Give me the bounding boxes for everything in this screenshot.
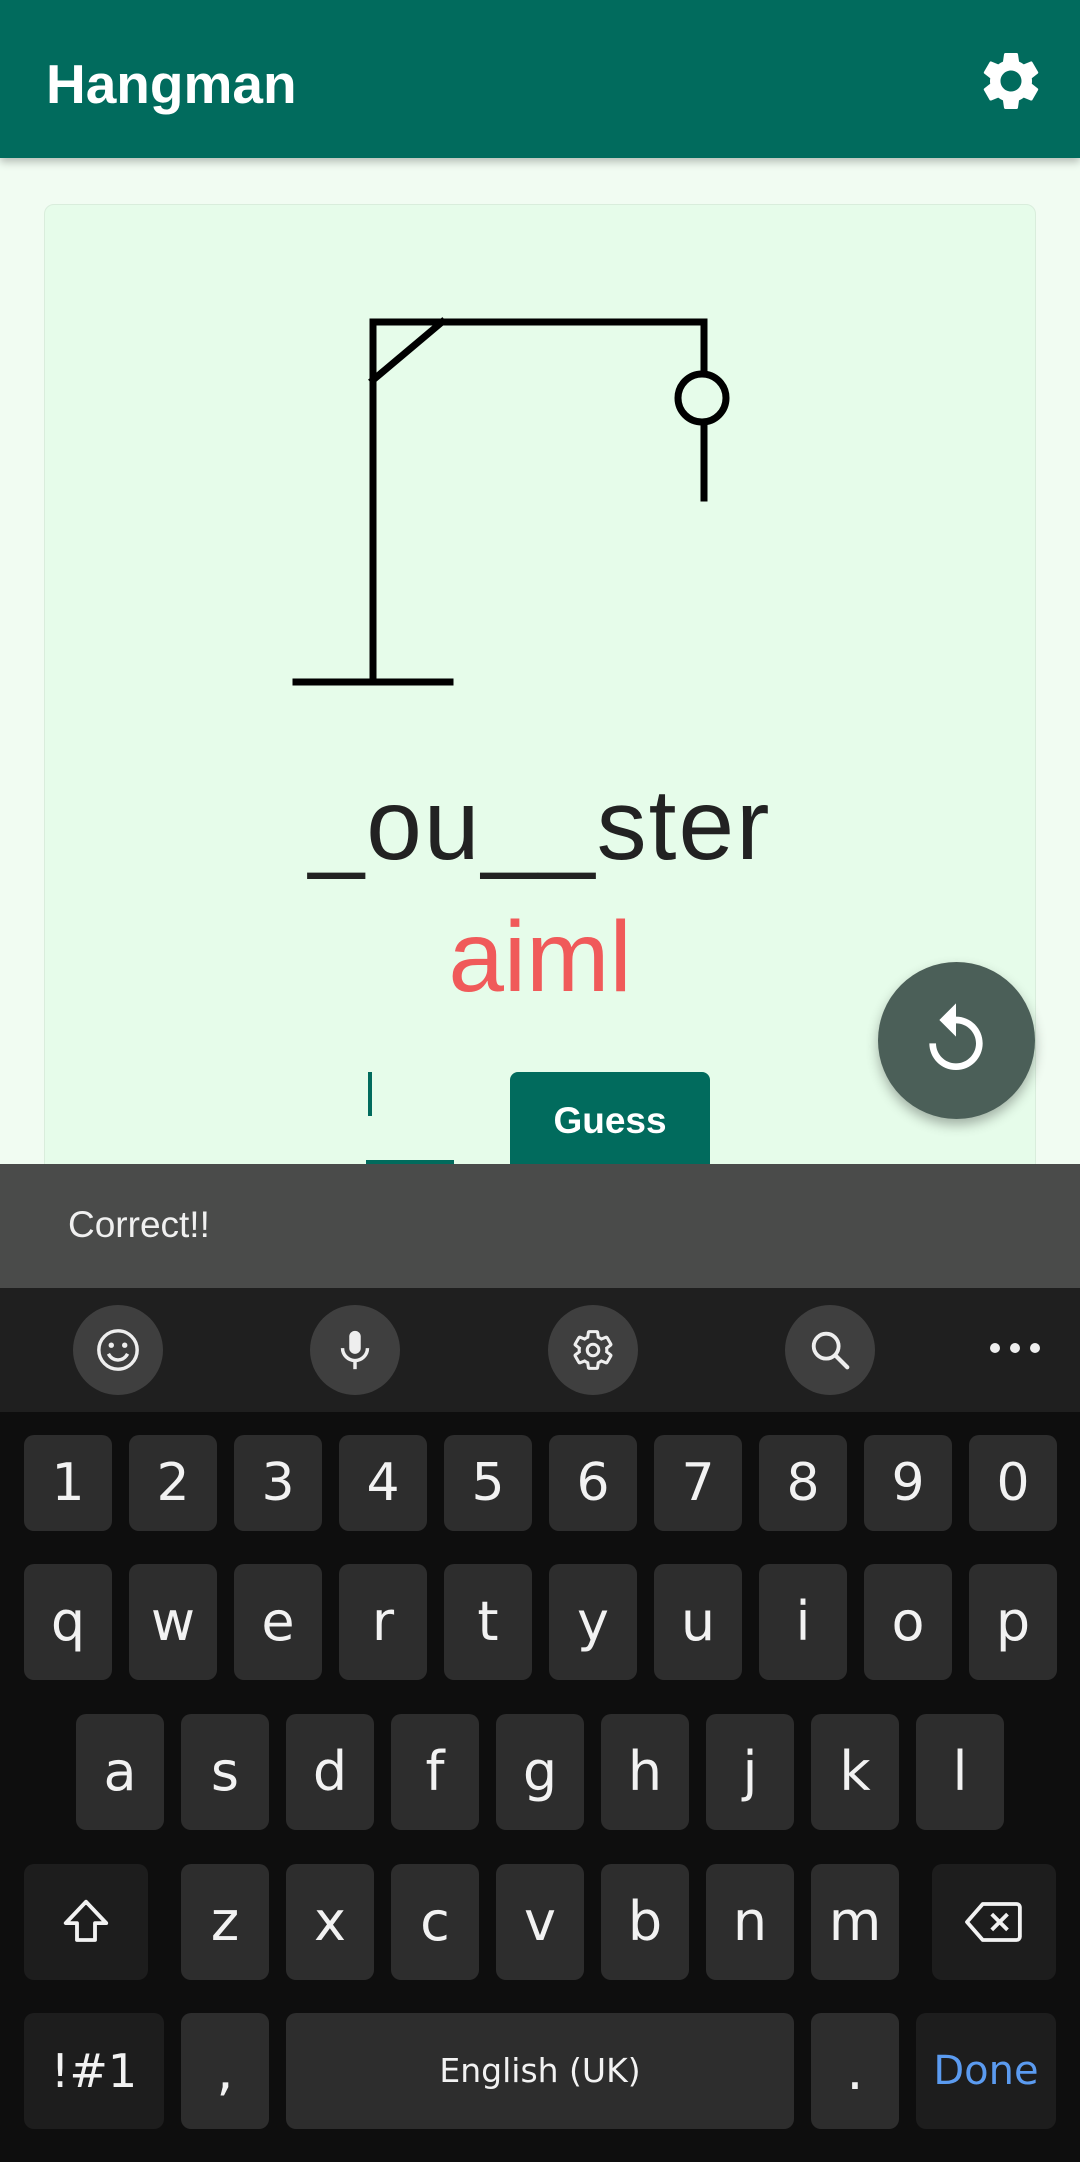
gear-icon[interactable] (976, 46, 1046, 116)
key-4[interactable]: 4 (339, 1435, 427, 1531)
key-q[interactable]: q (24, 1564, 112, 1680)
key-9[interactable]: 9 (864, 1435, 952, 1531)
app-title: Hangman (46, 53, 297, 115)
key-g[interactable]: g (496, 1714, 584, 1830)
restart-icon (929, 1003, 983, 1070)
keyboard-settings-icon[interactable] (548, 1305, 638, 1395)
emoji-icon[interactable] (73, 1305, 163, 1395)
done-key[interactable]: Done (916, 2013, 1056, 2129)
key-k[interactable]: k (811, 1714, 899, 1830)
key-u[interactable]: u (654, 1564, 742, 1680)
gallows-drawing (292, 317, 730, 686)
text-caret (368, 1072, 372, 1116)
key-7[interactable]: 7 (654, 1435, 742, 1531)
key-3[interactable]: 3 (234, 1435, 322, 1531)
key-a[interactable]: a (76, 1714, 164, 1830)
key-d[interactable]: d (286, 1714, 374, 1830)
key-z[interactable]: z (181, 1864, 269, 1980)
revealed-word: _ou__ster (308, 769, 772, 881)
key-m[interactable]: m (811, 1864, 899, 1980)
key-2[interactable]: 2 (129, 1435, 217, 1531)
key-y[interactable]: y (549, 1564, 637, 1680)
shift-icon (63, 1899, 109, 1942)
snackbar: Correct!! (0, 1164, 1080, 1288)
key-t[interactable]: t (444, 1564, 532, 1680)
key-f[interactable]: f (391, 1714, 479, 1830)
key-n[interactable]: n (706, 1864, 794, 1980)
keyboard-toolbar (0, 1288, 1080, 1412)
microphone-icon[interactable] (310, 1305, 400, 1395)
guess-input[interactable] (366, 1060, 454, 1164)
space-key[interactable]: English (UK) (286, 2013, 794, 2129)
backspace-icon (965, 1902, 1022, 1942)
snackbar-message: Correct!! (68, 1204, 210, 1245)
soft-keyboard: 1 2 3 4 5 6 7 8 9 0 q w e r t y u i o p … (0, 1288, 1080, 2162)
search-icon[interactable] (785, 1305, 875, 1395)
comma-key[interactable]: , (181, 2013, 269, 2129)
backspace-key[interactable] (932, 1864, 1056, 1980)
period-key[interactable]: . (811, 2013, 899, 2129)
wrong-letters: aiml (448, 901, 632, 1013)
key-c[interactable]: c (391, 1864, 479, 1980)
key-b[interactable]: b (601, 1864, 689, 1980)
key-x[interactable]: x (286, 1864, 374, 1980)
key-r[interactable]: r (339, 1564, 427, 1680)
key-5[interactable]: 5 (444, 1435, 532, 1531)
key-j[interactable]: j (706, 1714, 794, 1830)
guess-button[interactable]: Guess (510, 1072, 710, 1172)
key-l[interactable]: l (916, 1714, 1004, 1830)
restart-button[interactable] (878, 962, 1035, 1119)
key-0[interactable]: 0 (969, 1435, 1057, 1531)
key-s[interactable]: s (181, 1714, 269, 1830)
key-o[interactable]: o (864, 1564, 952, 1680)
key-e[interactable]: e (234, 1564, 322, 1680)
key-i[interactable]: i (759, 1564, 847, 1680)
shift-key[interactable] (24, 1864, 148, 1980)
key-p[interactable]: p (969, 1564, 1057, 1680)
key-w[interactable]: w (129, 1564, 217, 1680)
key-1[interactable]: 1 (24, 1435, 112, 1531)
app-bar: Hangman (0, 0, 1080, 158)
key-v[interactable]: v (496, 1864, 584, 1980)
key-h[interactable]: h (601, 1714, 689, 1830)
key-6[interactable]: 6 (549, 1435, 637, 1531)
symbols-key[interactable]: !#1 (24, 2013, 164, 2129)
more-icon[interactable] (980, 1318, 1050, 1378)
key-8[interactable]: 8 (759, 1435, 847, 1531)
